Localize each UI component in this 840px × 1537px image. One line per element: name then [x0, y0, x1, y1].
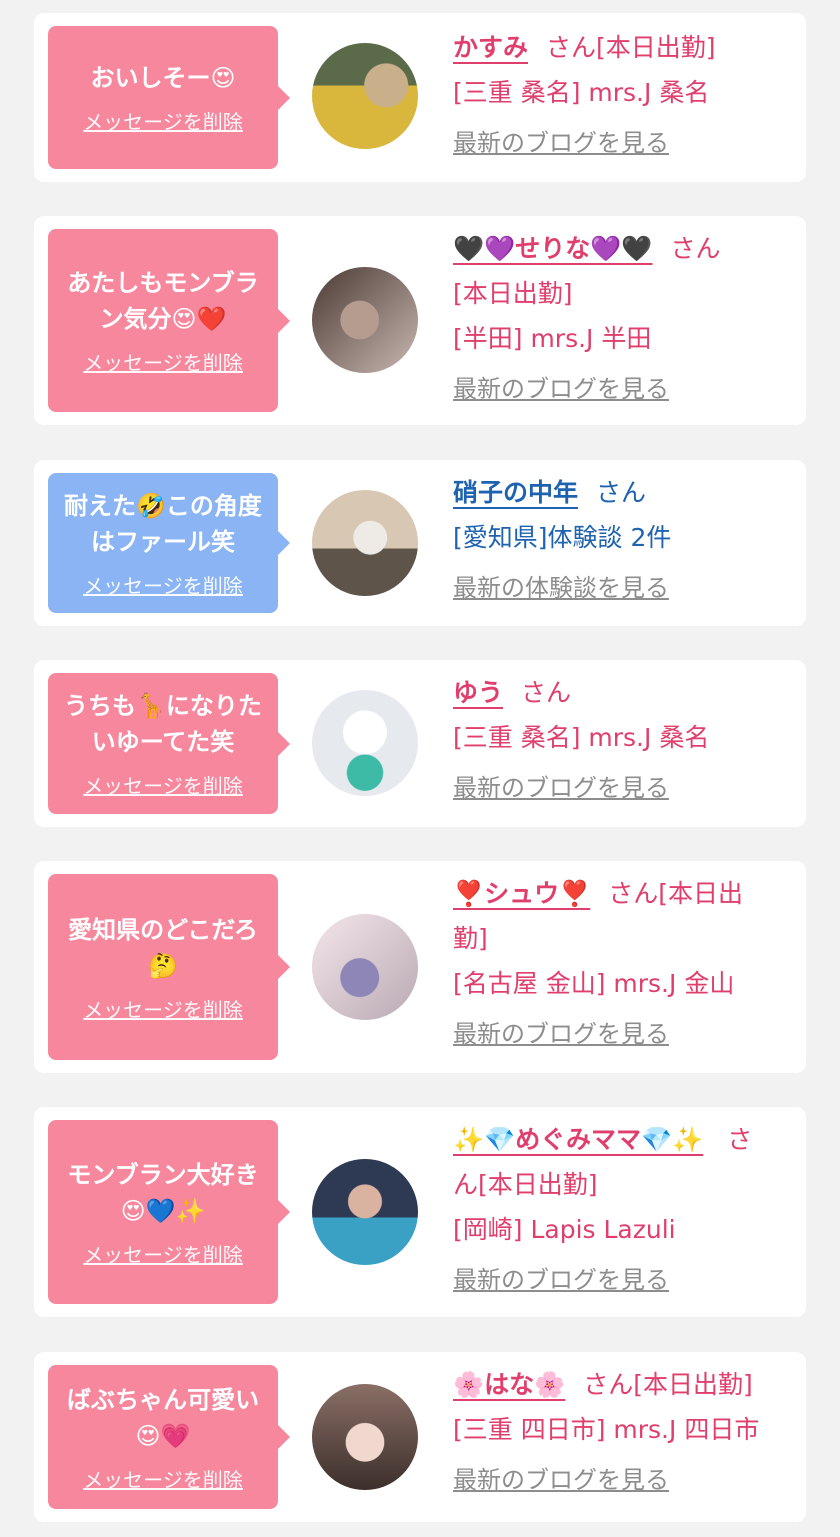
delete-message-link[interactable]: メッセージを削除 — [83, 1239, 243, 1268]
avatar[interactable] — [312, 1159, 418, 1265]
profile-name-link[interactable]: ❣️シュウ❣️ — [453, 879, 590, 908]
list-item: ばぶちゃん可愛い😍💗 メッセージを削除 🌸はな🌸 さん[本日出勤] [三重 四日市… — [34, 1352, 806, 1522]
profile-info: 🖤💜せりな💜🖤 さん [本日出勤] [半田] mrs.J 半田 最新のブログを見る — [453, 226, 786, 412]
message-bubble: あたしもモンブラン気分😍❤️ メッセージを削除 — [48, 229, 290, 412]
san-suffix: さん — [546, 33, 597, 62]
experience-info: [愛知県]体験談 2件 — [453, 523, 672, 552]
message-bubble: 耐えた🤣この角度はファール笑 メッセージを削除 — [48, 473, 290, 613]
latest-blog-link[interactable]: 最新のブログを見る — [453, 1458, 786, 1503]
message-text: モンブラン大好き😍💙✨ — [67, 1160, 259, 1225]
shop-info: [三重 桑名] mrs.J 桑名 — [453, 78, 710, 107]
profile-name-link[interactable]: ゆう — [453, 678, 503, 707]
latest-blog-link[interactable]: 最新のブログを見る — [453, 766, 786, 811]
profile-info: ❣️シュウ❣️ さん[本日出 勤] [名古屋 金山] mrs.J 金山 最新のブロ… — [453, 871, 786, 1057]
status-text: [本日出勤] — [596, 33, 716, 62]
latest-experience-link[interactable]: 最新の体験談を見る — [453, 566, 786, 611]
profile-info: かすみ さん[本日出勤] [三重 桑名] mrs.J 桑名 最新のブログを見る — [453, 25, 786, 166]
status-text: [本日出勤] — [633, 1370, 753, 1399]
shop-info: [三重 桑名] mrs.J 桑名 — [453, 723, 710, 752]
san-suffix: さん — [596, 478, 647, 507]
san-suffix: さん — [583, 1370, 634, 1399]
latest-blog-link[interactable]: 最新のブログを見る — [453, 367, 786, 412]
profile-name-link[interactable]: 🌸はな🌸 — [453, 1370, 565, 1399]
delete-message-link[interactable]: メッセージを削除 — [83, 1464, 243, 1493]
profile-name-link[interactable]: ✨💎めぐみママ💎✨ — [453, 1125, 703, 1154]
list-item: 愛知県のどこだろ🤔 メッセージを削除 ❣️シュウ❣️ さん[本日出 勤] [名古屋… — [34, 861, 806, 1073]
message-text: 愛知県のどこだろ🤔 — [68, 915, 258, 980]
message-bubble: 愛知県のどこだろ🤔 メッセージを削除 — [48, 874, 290, 1060]
status-text: ん[本日出勤] — [453, 1170, 598, 1199]
profile-name-link[interactable]: かすみ — [453, 33, 528, 62]
shop-info: [岡崎] Lapis Lazuli — [453, 1215, 676, 1244]
shop-info: [名古屋 金山] mrs.J 金山 — [453, 969, 735, 998]
avatar[interactable] — [312, 1384, 418, 1490]
profile-name-link[interactable]: 硝子の中年 — [453, 478, 578, 507]
avatar[interactable] — [312, 914, 418, 1020]
list-item: モンブラン大好き😍💙✨ メッセージを削除 ✨💎めぐみママ💎✨ さ ん[本日出勤] … — [34, 1107, 806, 1317]
message-text: あたしもモンブラン気分😍❤️ — [67, 269, 259, 333]
avatar[interactable] — [312, 43, 418, 149]
profile-info: 🌸はな🌸 さん[本日出勤] [三重 四日市] mrs.J 四日市 最新のブログを見… — [453, 1362, 786, 1503]
delete-message-link[interactable]: メッセージを削除 — [83, 994, 243, 1023]
message-text: うちも🦒になりたいゆーてた笑 — [64, 692, 262, 756]
status-text: [本日出 — [658, 879, 744, 908]
message-bubble: おいしそー😍 メッセージを削除 — [48, 26, 290, 169]
san-suffix: さん — [521, 678, 572, 707]
list-item: あたしもモンブラン気分😍❤️ メッセージを削除 🖤💜せりな💜🖤 さん [本日出勤]… — [34, 216, 806, 425]
list-item: うちも🦒になりたいゆーてた笑 メッセージを削除 ゆう さん [三重 桑名] mrs… — [34, 660, 806, 827]
delete-message-link[interactable]: メッセージを削除 — [83, 347, 243, 376]
avatar[interactable] — [312, 690, 418, 796]
san-suffix: さん — [670, 234, 721, 263]
shop-info: [三重 四日市] mrs.J 四日市 — [453, 1415, 760, 1444]
delete-message-link[interactable]: メッセージを削除 — [83, 570, 243, 599]
message-text: 耐えた🤣この角度はファール笑 — [64, 491, 262, 556]
profile-info: 硝子の中年 さん [愛知県]体験談 2件 最新の体験談を見る — [453, 470, 786, 611]
latest-blog-link[interactable]: 最新のブログを見る — [453, 1258, 786, 1303]
avatar[interactable] — [312, 490, 418, 596]
message-list: おいしそー😍 メッセージを削除 かすみ さん[本日出勤] [三重 桑名] mrs.… — [0, 0, 840, 1537]
status-text: [本日出勤] — [453, 279, 573, 308]
message-bubble: うちも🦒になりたいゆーてた笑 メッセージを削除 — [48, 673, 290, 814]
profile-info: ✨💎めぐみママ💎✨ さ ん[本日出勤] [岡崎] Lapis Lazuli 最新の… — [453, 1117, 786, 1303]
shop-info: [半田] mrs.J 半田 — [453, 324, 652, 353]
delete-message-link[interactable]: メッセージを削除 — [83, 106, 243, 135]
san-suffix: さん — [608, 879, 659, 908]
message-bubble: モンブラン大好き😍💙✨ メッセージを削除 — [48, 1120, 290, 1304]
latest-blog-link[interactable]: 最新のブログを見る — [453, 1012, 786, 1057]
message-text: おいしそー😍 — [90, 64, 236, 92]
latest-blog-link[interactable]: 最新のブログを見る — [453, 121, 786, 166]
list-item: おいしそー😍 メッセージを削除 かすみ さん[本日出勤] [三重 桑名] mrs.… — [34, 13, 806, 182]
profile-name-link[interactable]: 🖤💜せりな💜🖤 — [453, 234, 653, 263]
avatar[interactable] — [312, 267, 418, 373]
profile-info: ゆう さん [三重 桑名] mrs.J 桑名 最新のブログを見る — [453, 670, 786, 811]
list-item: 耐えた🤣この角度はファール笑 メッセージを削除 硝子の中年 さん [愛知県]体験談… — [34, 460, 806, 626]
message-bubble: ばぶちゃん可愛い😍💗 メッセージを削除 — [48, 1365, 290, 1509]
delete-message-link[interactable]: メッセージを削除 — [83, 770, 243, 799]
message-text: ばぶちゃん可愛い😍💗 — [66, 1385, 260, 1450]
status-text-cont: 勤] — [453, 924, 488, 953]
